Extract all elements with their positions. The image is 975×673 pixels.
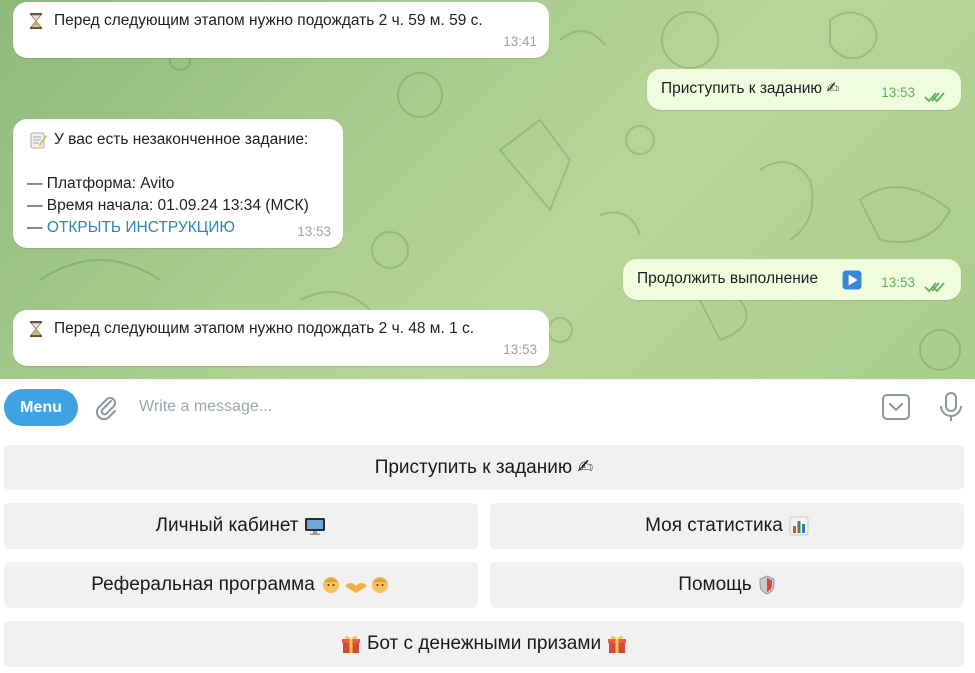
message-bubble: Перед следующим этапом нужно подождать 2…	[13, 2, 549, 58]
message-text: — Платформа: Avito	[27, 175, 175, 192]
attach-icon[interactable]	[92, 393, 120, 421]
message-time: 13:53	[881, 275, 915, 290]
menu-button[interactable]: Menu	[4, 389, 78, 426]
button-label: Приступить к заданию ✍	[374, 457, 594, 478]
message-text: Приступить к заданию ✍	[661, 80, 840, 97]
button-label: Бот с денежными призами	[366, 633, 602, 654]
message-text: Перед следующим этапом нужно подождать 2…	[54, 320, 475, 337]
message-composer: Menu	[0, 379, 975, 435]
handshake-people-icon	[322, 577, 388, 593]
message-time: 13:53	[297, 224, 331, 239]
bot-keyboard-toggle-icon[interactable]	[881, 393, 911, 421]
message-time: 13:41	[503, 34, 537, 49]
referral-program-button[interactable]: Реферальная программа	[4, 562, 478, 608]
message-bubble: Продолжить выполнение 13:53	[623, 259, 961, 300]
message-text: — Время начала: 01.09.24 13:34 (МСК)	[27, 197, 309, 214]
personal-cabinet-button[interactable]: Личный кабинет	[4, 503, 478, 549]
message-bubble: Приступить к заданию ✍ 13:53	[647, 69, 961, 110]
button-label: Моя статистика	[645, 515, 783, 536]
button-label: Реферальная программа	[91, 574, 315, 595]
prize-bot-button[interactable]: Бот с денежными призами	[4, 621, 964, 667]
gift-icon	[608, 635, 627, 653]
message-text: Перед следующим этапом нужно подождать 2…	[54, 12, 483, 29]
bar-chart-icon	[789, 516, 809, 536]
play-button-icon	[842, 270, 862, 290]
button-label: Личный кабинет	[155, 515, 299, 536]
message-time: 13:53	[881, 85, 915, 100]
help-button[interactable]: Помощь	[490, 562, 964, 608]
message-bubble: Перед следующим этапом нужно подождать 2…	[13, 310, 549, 366]
my-stats-button[interactable]: Моя статистика	[490, 503, 964, 549]
start-task-button[interactable]: Приступить к заданию ✍	[4, 445, 964, 490]
monitor-icon	[305, 518, 326, 535]
message-text: — ОТКРЫТЬ ИНСТРУКЦИЮ	[27, 217, 235, 239]
message-time: 13:53	[503, 342, 537, 357]
instruction-link[interactable]: ОТКРЫТЬ ИНСТРУКЦИЮ	[47, 219, 235, 236]
memo-icon	[30, 132, 47, 149]
message-text: Продолжить выполнение	[637, 270, 819, 287]
hourglass-icon	[30, 13, 42, 29]
message-input[interactable]	[139, 395, 739, 419]
read-ticks-icon	[924, 92, 945, 103]
read-ticks-icon	[924, 282, 945, 293]
message-text: У вас есть незаконченное задание:	[54, 131, 309, 148]
shield-icon	[759, 575, 775, 595]
message-text-prefix: —	[27, 219, 47, 236]
message-bubble: У вас есть незаконченное задание: — Плат…	[13, 119, 343, 248]
gift-icon	[341, 635, 360, 653]
hourglass-icon	[30, 321, 42, 337]
button-label: Помощь	[678, 574, 752, 595]
microphone-icon[interactable]	[938, 391, 964, 423]
chat-area: Перед следующим этапом нужно подождать 2…	[0, 0, 975, 379]
